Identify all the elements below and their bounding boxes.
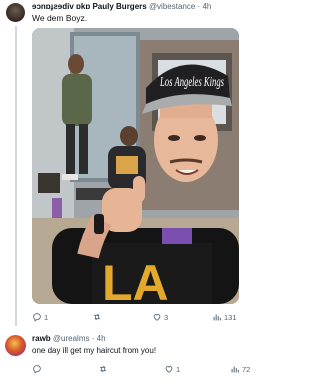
view-count: 131	[224, 312, 237, 322]
avatar[interactable]	[5, 335, 26, 356]
reply-count: 1	[44, 312, 49, 322]
heart-icon	[153, 314, 161, 321]
cap-logo-text: Los Angeles Kings	[159, 75, 224, 90]
reply-button[interactable]	[32, 364, 44, 374]
views-button[interactable]: 131	[212, 312, 237, 322]
views-icon	[231, 366, 239, 373]
repost-icon	[100, 365, 106, 373]
view-count: 72	[242, 364, 251, 374]
views-icon	[213, 314, 221, 321]
thread-connector-line	[15, 26, 17, 326]
handle[interactable]: @urealms	[53, 334, 90, 343]
tweet-text: We dem Boyz.	[32, 13, 88, 23]
reply-icon	[33, 313, 41, 322]
photo-illustration: LA Los Angeles Kings	[32, 28, 239, 304]
repost-button[interactable]	[92, 312, 104, 322]
like-count: 3	[164, 312, 169, 322]
avatar[interactable]	[6, 3, 25, 22]
reply-header: rawb @urealms · 4h	[32, 334, 106, 343]
reply-action-bar: 1 72	[32, 364, 250, 376]
heart-icon	[165, 366, 173, 373]
timestamp[interactable]: 4h	[97, 334, 106, 343]
reply-icon	[33, 365, 41, 374]
reply-button[interactable]: 1	[32, 312, 48, 322]
reply-text: one day ill get my haircut from you!	[32, 346, 157, 355]
like-button[interactable]: 1	[164, 364, 180, 374]
timestamp[interactable]: 4h	[202, 2, 211, 11]
tweet-photo[interactable]: LA Los Angeles Kings	[32, 28, 239, 304]
tweet-action-bar: 1 3 131	[32, 312, 244, 324]
separator-dot: ·	[197, 2, 201, 11]
display-name[interactable]: rawb	[32, 334, 51, 343]
handle[interactable]: @vibestance	[149, 2, 195, 11]
repost-button[interactable]	[98, 364, 110, 374]
tweet-header: ɘɔnɒɟƨɘdiv ɒkɒ Pauly Burgers @vibestance…	[32, 2, 211, 11]
repost-icon	[94, 313, 100, 321]
like-button[interactable]: 3	[152, 312, 168, 322]
display-name[interactable]: ɘɔnɒɟƨɘdiv ɒkɒ Pauly Burgers	[32, 2, 147, 11]
like-count: 1	[176, 364, 181, 374]
views-button[interactable]: 72	[230, 364, 250, 374]
shirt-lettering: LA	[102, 255, 169, 304]
separator-dot: ·	[91, 334, 95, 343]
